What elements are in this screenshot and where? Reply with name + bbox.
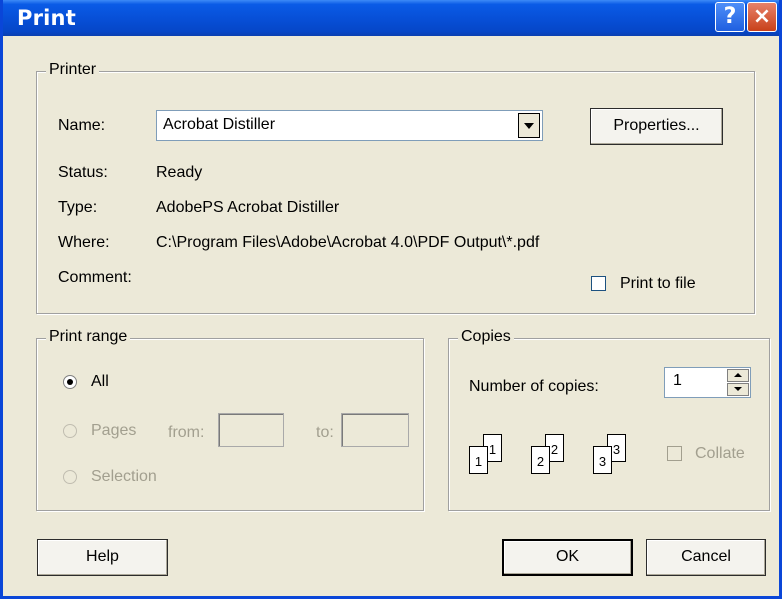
print-to-file-checkbox[interactable] xyxy=(591,276,606,291)
help-button-label: Help xyxy=(86,548,119,565)
from-input[interactable] xyxy=(218,413,284,447)
print-to-file-label[interactable]: Print to file xyxy=(620,275,696,293)
properties-button-label: Properties... xyxy=(613,117,700,134)
printer-legend: Printer xyxy=(46,61,100,79)
cancel-button-label: Cancel xyxy=(681,548,731,565)
type-label: Type: xyxy=(58,199,98,216)
page-icon: 1 xyxy=(469,446,488,474)
close-button[interactable]: × xyxy=(747,2,777,32)
ok-button-label: OK xyxy=(555,548,580,565)
name-label: Name: xyxy=(58,117,106,134)
collate-pages-icon: 1 1 2 2 3 3 xyxy=(469,434,659,480)
window-title: Print xyxy=(17,6,76,30)
spin-down-icon[interactable] xyxy=(727,383,749,396)
chevron-down-icon[interactable] xyxy=(518,113,540,138)
title-bar[interactable]: Print ? × xyxy=(3,0,779,36)
copies-spinner[interactable]: 1 xyxy=(664,367,751,398)
copies-legend: Copies xyxy=(458,328,514,346)
where-value: C:\Program Files\Adobe\Acrobat 4.0\PDF O… xyxy=(156,234,540,251)
to-input[interactable] xyxy=(341,413,409,447)
page-icon: 2 xyxy=(531,446,550,474)
radio-pages[interactable] xyxy=(63,424,77,438)
page-icon: 3 xyxy=(593,446,612,474)
copies-value: 1 xyxy=(673,372,682,389)
type-value: AdobePS Acrobat Distiller xyxy=(156,199,340,216)
page-number: 1 xyxy=(488,442,497,457)
cancel-button[interactable]: Cancel xyxy=(646,539,766,576)
page-number: 3 xyxy=(598,454,607,469)
number-of-copies-label: Number of copies: xyxy=(469,378,599,395)
radio-pages-label[interactable]: Pages xyxy=(91,422,136,440)
page-number: 2 xyxy=(536,454,545,469)
to-label: to: xyxy=(316,424,334,441)
spinner-buttons xyxy=(727,369,749,396)
question-icon: ? xyxy=(723,4,737,29)
close-icon: × xyxy=(752,4,772,29)
printer-name-select[interactable]: Acrobat Distiller xyxy=(156,110,543,141)
help-button[interactable]: Help xyxy=(37,539,168,576)
collate-label[interactable]: Collate xyxy=(695,445,745,463)
radio-all-label[interactable]: All xyxy=(91,373,109,391)
page-number: 2 xyxy=(550,442,559,457)
status-label: Status: xyxy=(58,164,108,181)
page-number: 1 xyxy=(474,454,483,469)
print-range-legend: Print range xyxy=(46,328,131,346)
spin-up-icon[interactable] xyxy=(727,369,749,382)
where-label: Where: xyxy=(58,234,110,251)
comment-label: Comment: xyxy=(58,269,132,286)
page-number: 3 xyxy=(612,442,621,457)
radio-all[interactable] xyxy=(63,375,77,389)
radio-selection-label[interactable]: Selection xyxy=(91,468,157,486)
collate-checkbox[interactable] xyxy=(667,446,682,461)
properties-button[interactable]: Properties... xyxy=(590,108,723,145)
ok-button[interactable]: OK xyxy=(502,539,633,576)
printer-name-value: Acrobat Distiller xyxy=(163,116,276,133)
from-label: from: xyxy=(168,424,205,441)
radio-selection[interactable] xyxy=(63,470,77,484)
copies-group: Copies xyxy=(448,328,770,511)
help-title-button[interactable]: ? xyxy=(715,2,745,32)
print-dialog: Print ? × Printer Name: Acrobat Distille… xyxy=(0,0,782,599)
status-value: Ready xyxy=(156,164,203,181)
